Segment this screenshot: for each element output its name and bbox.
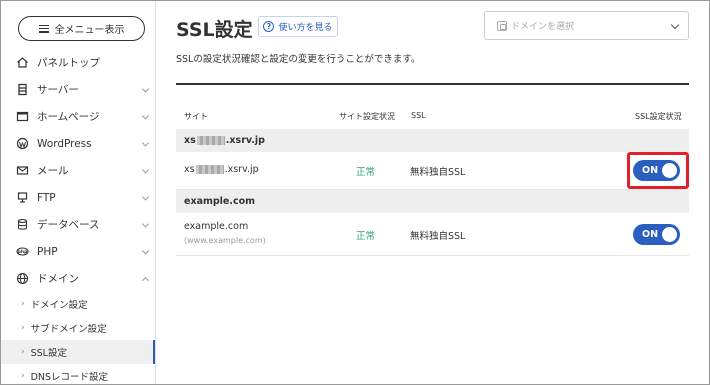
globe-icon: [15, 272, 29, 286]
site-name: xs .xsrv.jp: [184, 164, 259, 175]
domain-group-header: xs .xsrv.jp: [176, 129, 689, 152]
sidebar-item-domain[interactable]: ドメイン: [1, 265, 155, 292]
header-ssl: SSL: [411, 111, 426, 120]
php-icon: php: [15, 245, 29, 259]
divider: [176, 83, 689, 85]
site-name: example.com: [184, 221, 249, 232]
sidebar: 全メニュー表示 パネルトップ サーバー ホームページ WordPress メール…: [1, 1, 156, 384]
help-button[interactable]: ? 使い方を見る: [258, 16, 338, 37]
header-site-status: サイト設定状況: [339, 112, 395, 121]
sidebar-item-php[interactable]: php PHP: [1, 238, 155, 265]
chevron-right-icon: ›: [21, 347, 25, 357]
all-menu-label: 全メニュー表示: [54, 25, 125, 36]
chevron-down-icon: [141, 84, 150, 93]
sidebar-item-server[interactable]: サーバー: [1, 76, 155, 103]
sidebar-item-label: サーバー: [37, 84, 79, 96]
sidebar-item-label: ドメイン: [37, 273, 79, 285]
window-icon: [15, 110, 29, 124]
highlight-box: [627, 152, 689, 189]
sidebar-subitem-domain-settings[interactable]: › ドメイン設定: [1, 292, 155, 316]
domain-select[interactable]: ドメインを選択: [484, 11, 689, 40]
sidebar-item-wordpress[interactable]: WordPress: [1, 130, 155, 157]
sidebar-item-label: WordPress: [37, 137, 92, 150]
header-site: サイト: [184, 112, 208, 121]
sidebar-item-label: PHP: [37, 245, 58, 258]
home-icon: [15, 56, 29, 70]
chevron-down-icon: [141, 165, 150, 174]
chevron-up-icon: [141, 276, 150, 284]
database-icon: [15, 218, 29, 232]
ssl-type: 無料独自SSL: [410, 167, 466, 178]
sidebar-item-homepage[interactable]: ホームページ: [1, 103, 155, 130]
server-icon: [15, 83, 29, 97]
redacted-text: [196, 136, 225, 145]
redacted-text: [195, 165, 224, 174]
sidebar-nav: パネルトップ サーバー ホームページ WordPress メール FTP データ…: [1, 49, 155, 384]
chevron-down-icon: [141, 111, 150, 120]
sidebar-item-ftp[interactable]: FTP: [1, 184, 155, 211]
sidebar-subitem-label: サブドメイン設定: [30, 324, 107, 335]
site-prefix: xs: [184, 164, 195, 175]
question-icon: ?: [263, 21, 275, 32]
monitor-icon: [15, 191, 29, 205]
chevron-right-icon: ›: [21, 371, 25, 381]
ssl-toggle[interactable]: ON: [633, 224, 680, 245]
table-row: xs .xsrv.jp 正常 無料独自SSL ON: [176, 152, 689, 190]
site-status: 正常: [356, 231, 376, 242]
group-name-prefix: xs: [184, 135, 196, 146]
domain-group-header: example.com: [176, 190, 689, 213]
ssl-type: 無料独自SSL: [410, 231, 466, 242]
wordpress-icon: [15, 137, 29, 151]
chevron-right-icon: ›: [21, 323, 25, 333]
sidebar-subitem-label: DNSレコード設定: [30, 372, 109, 383]
page-title: SSL設定: [176, 19, 253, 41]
sidebar-subitem-ssl-settings[interactable]: › SSL設定: [1, 340, 155, 364]
mail-icon: [15, 164, 29, 178]
site-status: 正常: [356, 167, 376, 178]
chevron-down-icon: [141, 246, 150, 255]
chevron-down-icon: [141, 192, 150, 201]
sidebar-item-label: パネルトップ: [37, 57, 100, 69]
chevron-down-icon: [141, 219, 150, 228]
header-ssl-status: SSL設定状況: [635, 112, 682, 121]
toggle-knob: [662, 227, 677, 242]
sidebar-item-mail[interactable]: メール: [1, 157, 155, 184]
chevron-right-icon: ›: [21, 299, 25, 309]
sidebar-item-label: メール: [37, 165, 69, 177]
sidebar-subitem-subdomain-settings[interactable]: › サブドメイン設定: [1, 316, 155, 340]
toggle-label: ON: [642, 229, 659, 240]
group-name-suffix: .xsrv.jp: [225, 135, 265, 146]
sidebar-item-label: ホームページ: [37, 111, 100, 123]
sidebar-subitem-dns-settings[interactable]: › DNSレコード設定: [1, 364, 155, 384]
page-description: SSLの設定状況確認と設定の変更を行うことができます。: [176, 54, 421, 65]
site-suffix: .xsrv.jp: [224, 164, 259, 175]
help-button-label: 使い方を見る: [278, 23, 333, 33]
table-header: サイト サイト設定状況 SSL SSL設定状況: [176, 107, 689, 125]
sidebar-item-label: FTP: [37, 191, 56, 204]
domain-icon: [497, 20, 507, 31]
sidebar-item-database[interactable]: データベース: [1, 211, 155, 238]
sidebar-subitem-label: ドメイン設定: [30, 300, 88, 311]
domain-select-placeholder: ドメインを選択: [511, 22, 575, 32]
hamburger-icon: [38, 24, 49, 33]
svg-text:php: php: [17, 249, 27, 255]
chevron-down-icon: [141, 138, 150, 147]
all-menu-button[interactable]: 全メニュー表示: [18, 16, 145, 41]
table-row: example.com (www.example.com) 正常 無料独自SSL…: [176, 213, 689, 256]
group-name: example.com: [184, 196, 256, 207]
sidebar-item-panel-top[interactable]: パネルトップ: [1, 49, 155, 76]
chevron-down-icon: [670, 20, 680, 30]
sidebar-subitem-label: SSL設定: [30, 348, 67, 359]
sidebar-item-label: データベース: [37, 219, 100, 231]
site-subdomain: (www.example.com): [184, 236, 266, 245]
